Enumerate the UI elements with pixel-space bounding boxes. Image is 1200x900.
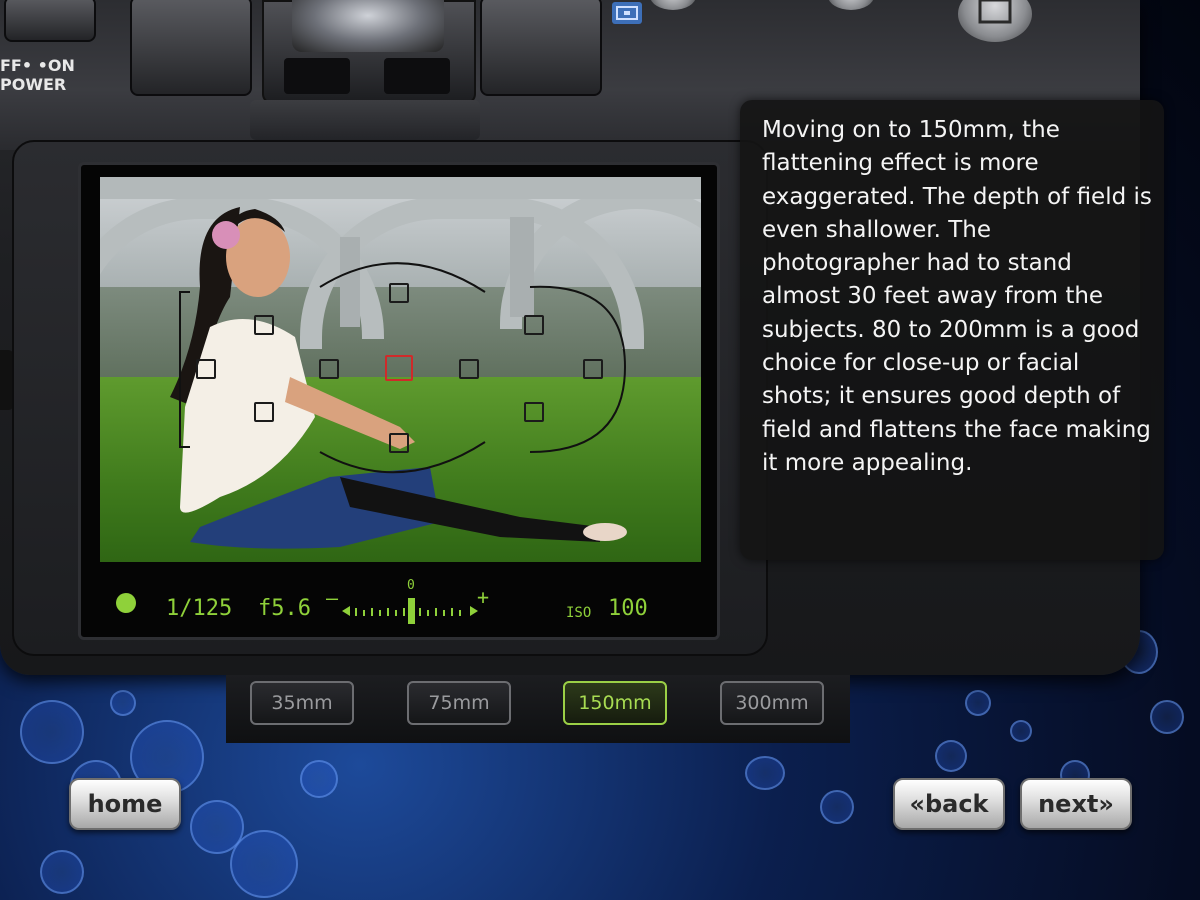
aperture-value: f5.6 (258, 596, 311, 621)
af-point (254, 315, 274, 335)
af-point (319, 359, 339, 379)
af-point (389, 433, 409, 453)
iso-label: ISO (566, 605, 592, 621)
lens-option-35mm[interactable]: 35mm (250, 681, 354, 725)
exposure-zero-label: 0 (407, 578, 415, 593)
af-point (196, 359, 216, 379)
next-button[interactable]: next» (1020, 778, 1132, 830)
viewfinder-eyepiece (292, 0, 444, 52)
viewfinder-mount (250, 100, 480, 140)
af-point (583, 359, 603, 379)
af-point (389, 283, 409, 303)
power-switch-label: FF• •ON POWER (0, 56, 75, 94)
af-point-active (385, 355, 413, 381)
viewfinder-slot-left (284, 58, 350, 94)
camera-grip-knob (130, 0, 252, 96)
af-point (459, 359, 479, 379)
exposure-scale-icon (342, 598, 478, 624)
info-panel: Moving on to 150mm, the flattening effec… (740, 100, 1164, 560)
zoom-frame-icon (978, 0, 1012, 24)
back-button[interactable]: «back (893, 778, 1005, 830)
lens-option-300mm[interactable]: 300mm (720, 681, 824, 725)
af-point (524, 315, 544, 335)
viewfinder-slot-right (384, 58, 450, 94)
focus-indicator-icon (116, 593, 136, 613)
lens-option-150mm[interactable]: 150mm (563, 681, 667, 725)
info-text: Moving on to 150mm, the flattening effec… (762, 117, 1152, 476)
af-point (254, 402, 274, 422)
home-button[interactable]: home (69, 778, 181, 830)
shutter-speed: 1/125 (166, 596, 233, 621)
zoom-button[interactable] (958, 0, 1032, 42)
metering-icon (612, 2, 642, 24)
power-switch[interactable] (4, 0, 96, 42)
lens-option-75mm[interactable]: 75mm (407, 681, 511, 725)
sample-photo (100, 177, 701, 562)
exposure-minus: – (326, 586, 339, 610)
camera-side-knob (480, 0, 602, 96)
iso-value: 100 (608, 596, 648, 621)
af-point (524, 402, 544, 422)
